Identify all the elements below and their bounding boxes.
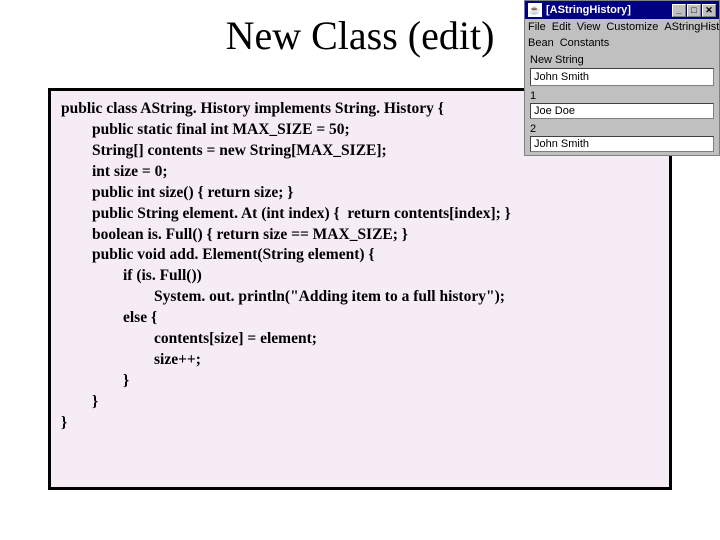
code-line: contents[size] = element; bbox=[61, 330, 317, 347]
app-window: ☕ [AStringHistory] _ □ ✕ File Edit View … bbox=[524, 0, 720, 156]
menubar-row2: Bean Constants bbox=[525, 35, 719, 51]
code-line: public static final int MAX_SIZE = 50; bbox=[61, 121, 350, 138]
menu-customize[interactable]: Customize bbox=[606, 21, 658, 33]
code-line: else { bbox=[61, 309, 157, 326]
fields-area: New String 1 Joe Doe 2 John Smith bbox=[525, 51, 719, 155]
history-value-2: John Smith bbox=[530, 136, 714, 152]
code-line: public int size() { return size; } bbox=[61, 184, 293, 201]
code-line: } bbox=[61, 414, 67, 431]
code-line: boolean is. Full() { return size == MAX_… bbox=[61, 226, 408, 243]
code-line: String[] contents = new String[MAX_SIZE]… bbox=[61, 142, 387, 159]
java-icon: ☕ bbox=[528, 3, 542, 17]
menu-file[interactable]: File bbox=[528, 21, 546, 33]
menu-view[interactable]: View bbox=[577, 21, 601, 33]
code-line: size++; bbox=[61, 351, 201, 368]
window-title: [AStringHistory] bbox=[546, 4, 672, 16]
minimize-button[interactable]: _ bbox=[672, 4, 686, 17]
menu-edit[interactable]: Edit bbox=[552, 21, 571, 33]
code-line: public class AString. History implements… bbox=[61, 100, 444, 117]
new-string-label: New String bbox=[530, 54, 714, 66]
code-line: } bbox=[61, 393, 98, 410]
titlebar[interactable]: ☕ [AStringHistory] _ □ ✕ bbox=[525, 1, 719, 19]
menu-constants[interactable]: Constants bbox=[560, 37, 610, 49]
code-line: public void add. Element(String element)… bbox=[61, 246, 375, 263]
menu-bean[interactable]: Bean bbox=[528, 37, 554, 49]
menubar: File Edit View Customize AStringHistory bbox=[525, 19, 719, 35]
history-value-1: Joe Doe bbox=[530, 103, 714, 119]
new-string-input[interactable] bbox=[530, 68, 714, 86]
maximize-button[interactable]: □ bbox=[687, 4, 701, 17]
menu-ahistory[interactable]: AStringHistory bbox=[664, 21, 720, 33]
code-line: System. out. println("Adding item to a f… bbox=[61, 288, 505, 305]
code-line: if (is. Full()) bbox=[61, 267, 202, 284]
index-1-label: 1 bbox=[530, 90, 714, 102]
code-line: } bbox=[61, 372, 129, 389]
code-line: int size = 0; bbox=[61, 163, 168, 180]
index-2-label: 2 bbox=[530, 123, 714, 135]
close-button[interactable]: ✕ bbox=[702, 4, 716, 17]
code-line: public String element. At (int index) { … bbox=[61, 205, 511, 222]
